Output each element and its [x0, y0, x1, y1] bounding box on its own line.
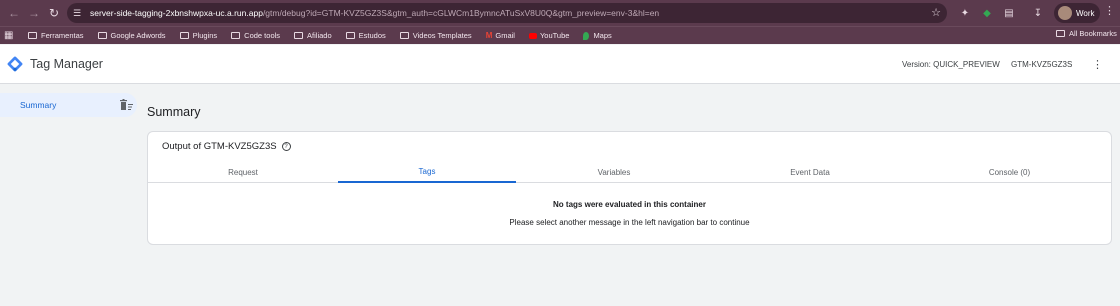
bookmark-item[interactable]: Plugins [179, 31, 218, 40]
empty-state-subtitle: Please select another message in the lef… [509, 218, 750, 227]
url-host: server-side-tagging-2xbnshwpxa-uc.a.run.… [90, 8, 263, 18]
tag-manager-logo-icon [7, 56, 23, 72]
bookmark-label: Google Adwords [110, 31, 166, 40]
folder-icon [294, 32, 304, 39]
bookmark-item[interactable]: YouTube [528, 31, 570, 40]
folder-icon [1056, 30, 1065, 37]
bookmark-label: Maps [593, 31, 612, 40]
sidebar-item-label: Summary [20, 100, 57, 110]
card-title: Output of GTM-KVZ5GZ3S ? [162, 141, 291, 152]
card-title-text: Output of GTM-KVZ5GZ3S [162, 141, 277, 152]
bookmark-item[interactable]: Google Adwords [97, 31, 166, 40]
output-card: Output of GTM-KVZ5GZ3S ? Request Tags Va… [147, 131, 1112, 245]
bookmark-item[interactable]: Ferramentas [28, 31, 84, 40]
app-header: Tag Manager Version: QUICK_PREVIEW GTM-K… [0, 45, 1120, 84]
all-bookmarks-label: All Bookmarks [1069, 29, 1117, 38]
bookmark-item[interactable]: Maps [583, 31, 612, 40]
browser-menu-icon[interactable]: ⋮ [1104, 4, 1115, 17]
apps-grid-icon[interactable]: ▦ [4, 30, 14, 41]
tab-tags[interactable]: Tags [338, 161, 516, 183]
address-bar[interactable]: ☰ server-side-tagging-2xbnshwpxa-uc.a.ru… [67, 3, 947, 23]
sidebar-item-summary[interactable]: Summary [0, 93, 137, 117]
tab-bar: Request Tags Variables Event Data Consol… [148, 161, 1111, 183]
app-title: Tag Manager [30, 57, 103, 71]
maps-icon [583, 31, 590, 40]
gmail-icon: M [485, 31, 493, 40]
folder-icon [28, 32, 37, 39]
bookmark-label: Afiliado [307, 31, 332, 40]
bookmark-item[interactable]: M Gmail [486, 31, 515, 40]
extensions-puzzle-icon[interactable]: ▤ [1000, 4, 1018, 22]
folder-icon [231, 32, 241, 39]
site-info-icon[interactable]: ☰ [73, 8, 87, 19]
more-options-icon[interactable]: ⋮ [1092, 58, 1103, 71]
bookmark-label: Estudos [358, 31, 386, 40]
bookmark-item[interactable]: Code tools [231, 31, 280, 40]
bookmark-label: Gmail [495, 31, 515, 40]
folder-icon [97, 32, 107, 39]
all-bookmarks-button[interactable]: All Bookmarks [1056, 29, 1117, 38]
youtube-icon [528, 32, 537, 39]
download-icon[interactable]: ↧ [1029, 4, 1047, 22]
url-text[interactable]: server-side-tagging-2xbnshwpxa-uc.a.run.… [90, 8, 659, 18]
url-path: /gtm/debug?id=GTM-KVZ5GZ3S&gtm_auth=cGLW… [262, 8, 660, 18]
tab-variables[interactable]: Variables [516, 161, 712, 183]
bookmark-item[interactable]: Videos Templates [399, 31, 472, 40]
bookmarks-bar: ▦ Ferramentas Google Adwords Plugins Cod… [0, 26, 1120, 44]
tab-label: Variables [597, 167, 631, 177]
bookmark-item[interactable]: Afiliado [294, 31, 332, 40]
version-label: Version: QUICK_PREVIEW [902, 60, 1000, 69]
bookmark-label: Plugins [192, 31, 218, 40]
tab-label: Tags [418, 166, 436, 176]
help-icon[interactable]: ? [281, 142, 291, 151]
avatar [1058, 6, 1072, 20]
folder-icon [179, 32, 189, 39]
bookmark-label: YouTube [539, 31, 570, 40]
bookmark-label: Code tools [244, 31, 281, 40]
reload-icon[interactable]: ↻ [44, 3, 64, 23]
tab-event-data[interactable]: Event Data [712, 161, 908, 183]
profile-chip[interactable]: Work [1054, 3, 1100, 23]
extension-icon[interactable]: ◆ [978, 4, 996, 22]
folder-icon [345, 32, 355, 39]
empty-state-title: No tags were evaluated in this container [553, 200, 706, 209]
bookmark-label: Ferramentas [41, 31, 84, 40]
tab-request[interactable]: Request [148, 161, 338, 183]
tab-label: Event Data [790, 167, 830, 177]
forward-icon[interactable]: → [24, 3, 44, 23]
profile-label: Work [1076, 8, 1095, 18]
extension-icon[interactable]: ✦ [956, 4, 974, 22]
bookmark-label: Videos Templates [412, 31, 472, 40]
bookmark-item[interactable]: Estudos [345, 31, 386, 40]
folder-icon [399, 32, 409, 39]
back-icon[interactable]: ← [4, 3, 24, 23]
page-title: Summary [147, 105, 201, 119]
tab-label: Request [228, 167, 258, 177]
tab-label: Console (0) [988, 167, 1031, 177]
container-id-label: GTM-KVZ5GZ3S [1011, 60, 1073, 69]
clear-list-icon[interactable] [120, 99, 133, 111]
bookmark-star-icon[interactable]: ☆ [931, 6, 941, 19]
tab-console[interactable]: Console (0) [908, 161, 1111, 183]
